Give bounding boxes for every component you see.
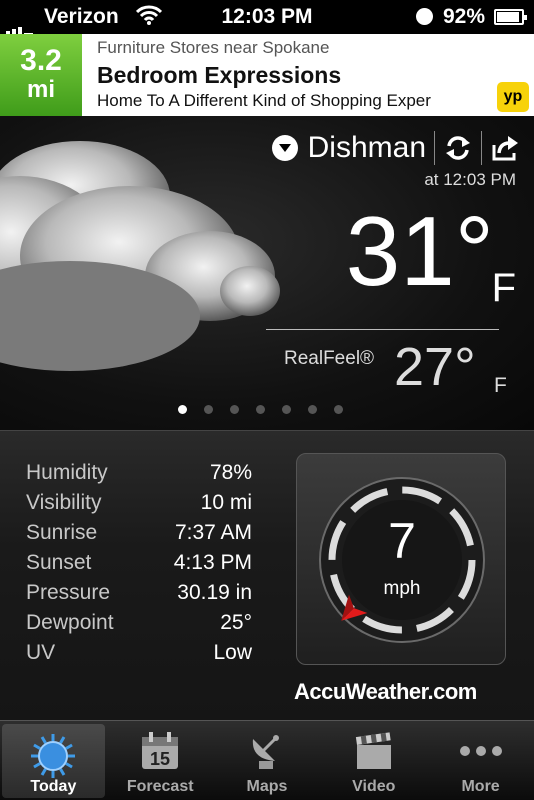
tab-video[interactable]: Video bbox=[320, 721, 427, 800]
condition-value: 4:13 PM bbox=[173, 551, 252, 574]
status-bar: Verizon 12:03 PM 92% bbox=[0, 0, 534, 36]
current-conditions[interactable]: Dishman at 12:03 PM 31° F RealFeel® 27° … bbox=[0, 116, 534, 430]
condition-value: 25° bbox=[220, 611, 252, 634]
divider bbox=[266, 329, 499, 330]
condition-row: Sunrise 7:37 AM bbox=[26, 521, 252, 551]
condition-value: 78% bbox=[209, 461, 252, 484]
tab-label: Maps bbox=[246, 778, 288, 795]
divider bbox=[434, 131, 435, 165]
condition-row: Dewpoint 25° bbox=[26, 611, 252, 641]
updated-time: at 12:03 PM bbox=[424, 170, 516, 189]
condition-value: 7:37 AM bbox=[174, 521, 252, 544]
page-indicator[interactable] bbox=[178, 405, 343, 414]
tab-label: More bbox=[461, 778, 500, 795]
page-dot[interactable] bbox=[308, 405, 317, 414]
condition-value: 30.19 in bbox=[177, 581, 252, 604]
location-name[interactable]: Dishman bbox=[308, 131, 426, 165]
cloud-icon bbox=[0, 141, 280, 371]
wind-gauge: 7 mph bbox=[296, 453, 506, 665]
divider bbox=[481, 131, 482, 165]
ad-distance-value: 3.2 bbox=[20, 44, 62, 77]
tab-label: Today bbox=[30, 778, 77, 795]
accuweather-logo[interactable]: AccuWeather.com bbox=[294, 679, 477, 705]
tab-label: Video bbox=[352, 778, 396, 795]
realfeel-temperature: 27° bbox=[394, 337, 476, 397]
page-dot[interactable] bbox=[334, 405, 343, 414]
yp-logo-icon: yp bbox=[497, 82, 529, 112]
condition-label: Dewpoint bbox=[26, 611, 114, 634]
tab-bar: Today 15 Forecast Maps Video More bbox=[0, 720, 534, 800]
battery-icon bbox=[494, 9, 527, 25]
current-temperature: 31° bbox=[345, 196, 494, 306]
ad-tagline: Home To A Different Kind of Shopping Exp… bbox=[97, 91, 431, 110]
ad-banner[interactable]: 3.2 mi Furniture Stores near Spokane Bed… bbox=[0, 34, 534, 116]
location-bar: Dishman bbox=[271, 130, 520, 166]
wind-unit: mph bbox=[383, 578, 421, 599]
ad-category: Furniture Stores near Spokane bbox=[97, 38, 330, 57]
realfeel-label: RealFeel® bbox=[284, 348, 375, 369]
condition-label: Sunrise bbox=[26, 521, 98, 544]
tab-label: Forecast bbox=[126, 778, 194, 795]
tab-forecast[interactable]: 15 Forecast bbox=[107, 721, 214, 800]
condition-row: UV Low bbox=[26, 641, 252, 671]
ad-distance-badge: 3.2 mi bbox=[0, 34, 82, 116]
page-dot[interactable] bbox=[282, 405, 291, 414]
wind-speed: 7 bbox=[388, 513, 416, 569]
condition-label: Sunset bbox=[26, 551, 92, 574]
condition-row: Humidity 78% bbox=[26, 461, 252, 491]
page-dot[interactable] bbox=[230, 405, 239, 414]
condition-label: Pressure bbox=[26, 581, 111, 604]
page-dot[interactable] bbox=[204, 405, 213, 414]
refresh-icon[interactable] bbox=[443, 133, 473, 163]
realfeel-unit: F bbox=[494, 374, 507, 397]
ad-business-name: Bedroom Expressions bbox=[97, 62, 342, 88]
temperature-unit: F bbox=[491, 266, 516, 310]
tab-more[interactable]: More bbox=[427, 721, 534, 800]
condition-value: 10 mi bbox=[200, 491, 252, 514]
condition-label: Visibility bbox=[26, 491, 102, 514]
condition-value: Low bbox=[213, 641, 252, 664]
tab-maps[interactable]: Maps bbox=[214, 721, 321, 800]
tab-today[interactable]: Today bbox=[2, 724, 105, 798]
battery-percent: 92% bbox=[443, 5, 486, 28]
details-panel: Humidity 78% Visibility 10 mi Sunrise 7:37 AM… bbox=[0, 430, 534, 720]
condition-row: Pressure 30.19 in bbox=[26, 581, 252, 611]
page-dot[interactable] bbox=[178, 405, 187, 414]
ad-distance-unit: mi bbox=[26, 76, 55, 103]
condition-label: UV bbox=[26, 641, 56, 664]
condition-label: Humidity bbox=[26, 461, 108, 484]
location-dropdown-icon[interactable] bbox=[271, 135, 298, 161]
page-dot[interactable] bbox=[256, 405, 265, 414]
condition-row: Visibility 10 mi bbox=[26, 491, 252, 521]
conditions-list: Humidity 78% Visibility 10 mi Sunrise 7:37 AM… bbox=[26, 461, 252, 671]
condition-row: Sunset 4:13 PM bbox=[26, 551, 252, 581]
share-icon[interactable] bbox=[490, 133, 520, 163]
svg-text:15: 15 bbox=[150, 749, 170, 769]
orientation-lock-icon bbox=[416, 8, 433, 25]
